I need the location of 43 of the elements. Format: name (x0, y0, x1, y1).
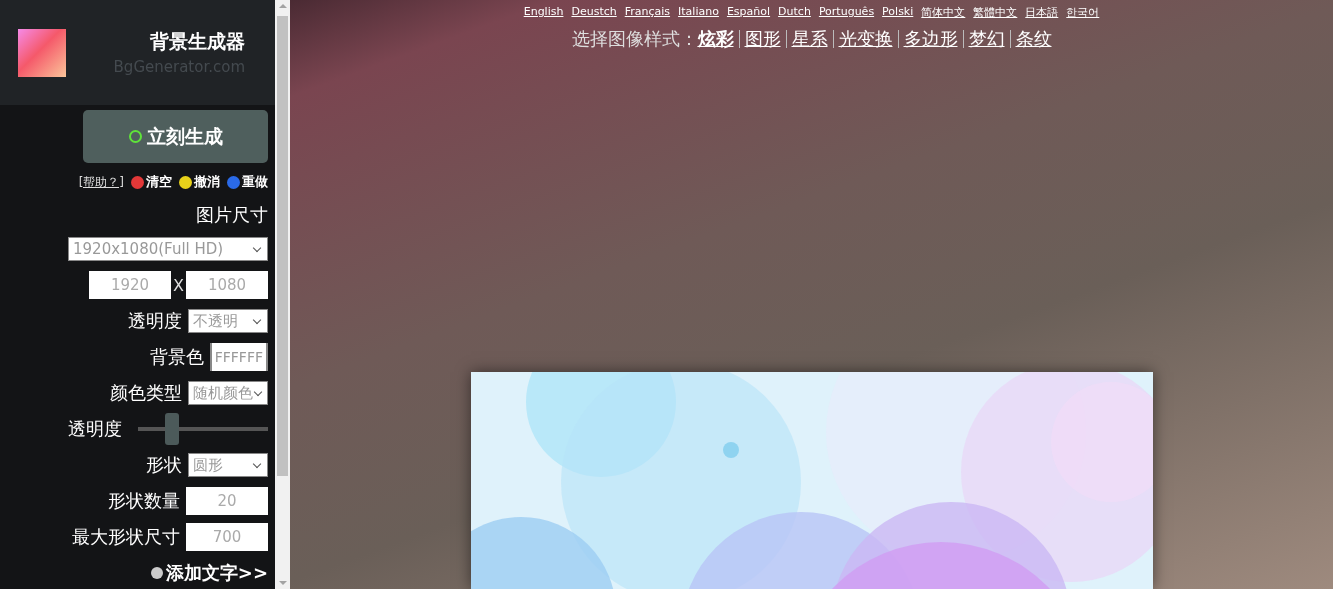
scroll-down-icon[interactable] (278, 581, 287, 585)
language-link[interactable]: Italiano (678, 5, 719, 20)
add-text-link[interactable]: 添加文字>> (150, 561, 268, 585)
style-link[interactable]: 图形 (744, 27, 781, 51)
language-link[interactable]: 한국어 (1066, 5, 1100, 20)
language-link[interactable]: Polski (882, 5, 914, 20)
field-label: 透明度 (68, 417, 122, 441)
style-link[interactable]: 多边形 (903, 27, 958, 51)
target-icon (128, 130, 142, 143)
language-link[interactable]: 简体中文 (921, 5, 966, 20)
slider-thumb[interactable] (164, 413, 179, 445)
style-link[interactable]: 炫彩 (697, 27, 734, 51)
language-link[interactable]: Español (726, 5, 771, 20)
language-link[interactable]: 日本語 (1025, 5, 1059, 20)
language-link[interactable]: Português (818, 5, 875, 20)
site-title: 背景生成器 (149, 29, 245, 54)
style-link[interactable]: 星系 (791, 27, 828, 51)
logo-icon (18, 28, 66, 77)
language-link[interactable]: Dutch (778, 5, 811, 20)
field-label: 颜色类型 (110, 381, 182, 405)
generate-button[interactable]: 立刻生成 (83, 110, 268, 163)
scroll-up-icon[interactable] (278, 4, 287, 8)
field-label: 透明度 (128, 309, 182, 333)
language-link[interactable]: English (523, 5, 564, 20)
field-label: 最大形状尺寸 (72, 525, 180, 549)
times-label: X (173, 275, 184, 295)
scrollbar-thumb[interactable] (277, 16, 288, 476)
style-link[interactable]: 光变换 (838, 27, 893, 51)
field-label: 形状数量 (108, 489, 180, 513)
field-label: 背景色 (149, 345, 204, 369)
language-link[interactable]: Français (624, 5, 671, 20)
field-label: 形状 (146, 453, 182, 477)
language-link[interactable]: Deustch (571, 5, 617, 20)
undo-button[interactable]: 撤消 (179, 173, 220, 191)
scrollbar[interactable] (275, 0, 290, 589)
style-link[interactable]: 条纹 (1015, 27, 1052, 51)
help-link[interactable]: [帮助？] (78, 173, 124, 191)
style-link[interactable]: 梦幻 (968, 27, 1005, 51)
clear-button[interactable]: 清空 (131, 173, 172, 191)
section-title: 图片尺寸 (196, 203, 268, 227)
redo-button[interactable]: 重做 (227, 173, 268, 191)
style-prompt: 选择图像样式： (571, 27, 698, 51)
language-link[interactable]: 繁體中文 (973, 5, 1018, 20)
